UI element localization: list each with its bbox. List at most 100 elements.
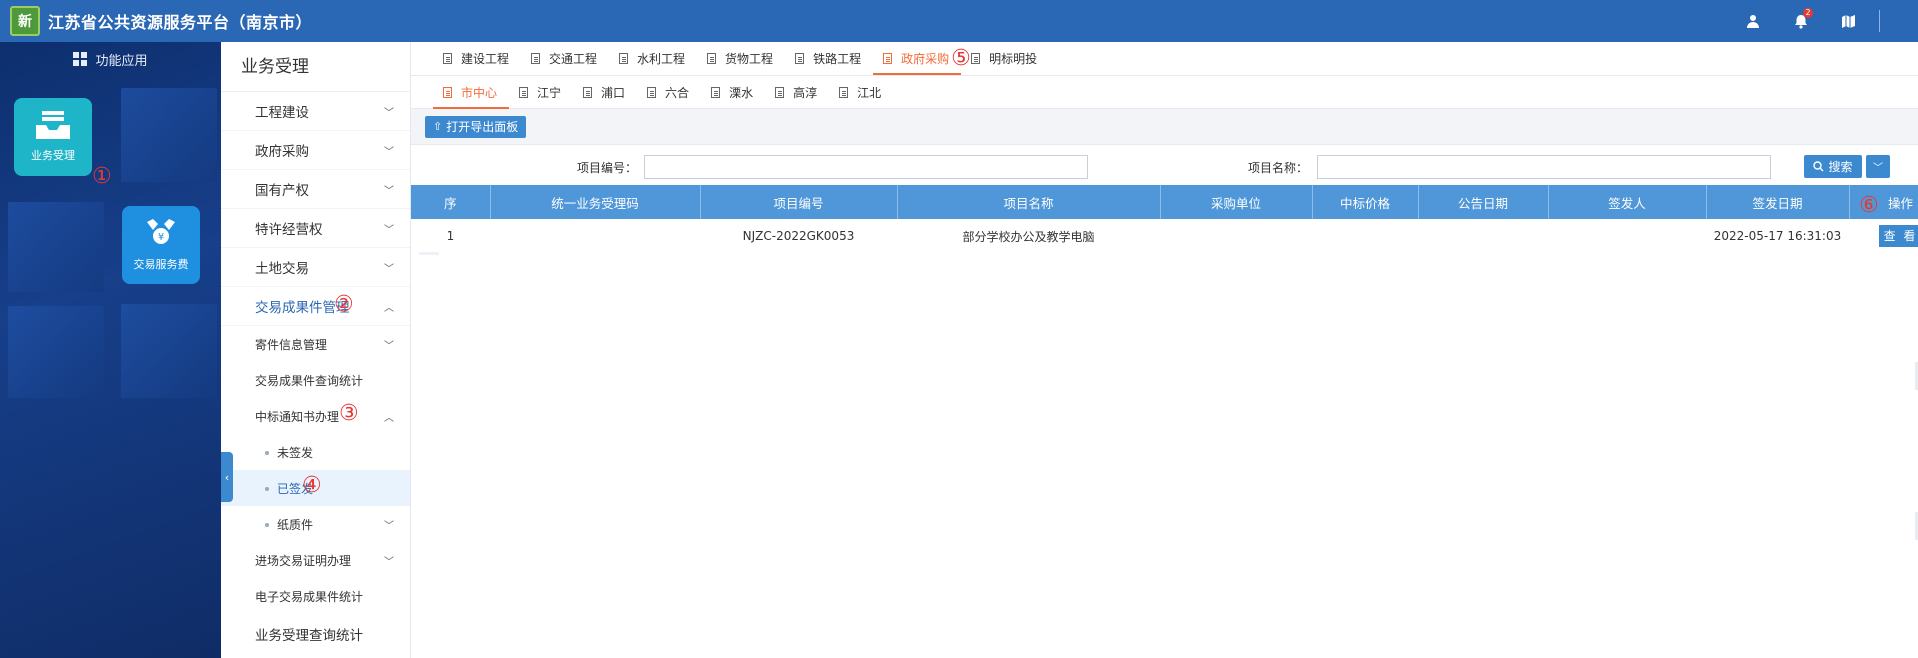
tab-primary[interactable]: 建设工程 — [433, 41, 521, 75]
tab-primary[interactable]: 交通工程 — [521, 41, 609, 75]
bell-icon[interactable]: 2 — [1777, 0, 1825, 42]
app-title: 江苏省公共资源服务平台（南京市） — [48, 13, 313, 32]
tab-district[interactable]: 江北 — [829, 76, 893, 109]
toolbar: ⇧ 打开导出面板 — [411, 109, 1918, 145]
document-icon — [711, 86, 721, 98]
sidebar-collapse-toggle[interactable]: ‹ — [221, 452, 233, 502]
main-content: 建设工程 交通工程 水利工程 货物工程 铁路工程 政府采购 ⑤ 明标明投 市中心 江宁 浦口 六合 溧… — [411, 42, 1918, 658]
document-icon — [531, 52, 541, 64]
sidebar-item-engineering[interactable]: 工程建设 ﹀ — [221, 92, 410, 131]
tab-district[interactable]: 市中心 — [433, 76, 510, 109]
map-icon[interactable] — [1825, 0, 1873, 42]
sidebar-item-land[interactable]: 土地交易 ﹀ — [221, 248, 410, 287]
sidebar-subitem-entry-proof[interactable]: 进场交易证明办理 ﹀ — [221, 542, 410, 578]
app-logo: 新 — [10, 6, 40, 36]
sidebar-leaf-unissued[interactable]: 未签发 — [221, 434, 410, 470]
chevron-down-icon: ﹀ — [384, 224, 394, 236]
row-divider — [419, 252, 439, 255]
sidebar-subitem-label: 中标通知书办理 — [255, 409, 340, 424]
document-icon — [619, 52, 629, 64]
sidebar-item-label: 特许经营权 — [255, 222, 323, 238]
column-header: 公告日期 — [1418, 185, 1549, 219]
tab-label: 铁路工程 — [813, 51, 862, 66]
sidebar-subitem-e-results-stats[interactable]: 电子交易成果件统计 — [221, 578, 410, 614]
column-header: 项目编号 — [700, 185, 898, 219]
tab-primary[interactable]: 明标明投 — [961, 41, 1049, 75]
tab-district[interactable]: 高淳 — [765, 76, 829, 109]
tab-label: 货物工程 — [725, 51, 774, 66]
fee-icon: ¥ — [147, 219, 175, 244]
sidebar-item-label: 土地交易 — [255, 261, 309, 277]
document-icon — [795, 52, 805, 64]
chevron-down-icon: ﹀ — [384, 107, 394, 119]
column-header: 签发人 — [1548, 185, 1707, 219]
tab-label: 江宁 — [537, 85, 562, 100]
app-tile-label: 业务受理 — [31, 149, 75, 162]
secondary-tabs: 市中心 江宁 浦口 六合 溧水 高淳 江北 — [411, 76, 1918, 109]
sidebar-item-franchise[interactable]: 特许经营权 ﹀ — [221, 209, 410, 248]
document-icon — [443, 52, 452, 64]
chevron-down-icon: ﹀ — [384, 185, 394, 197]
tab-primary[interactable]: 政府采购 ⑤ — [873, 41, 971, 75]
placeholder-tile — [121, 304, 217, 398]
cell-issue-date: 2022-05-17 16:31:03 — [1713, 229, 1842, 243]
chevron-up-icon: ︿ — [384, 302, 394, 314]
primary-tabs: 建设工程 交通工程 水利工程 货物工程 铁路工程 政府采购 ⑤ 明标明投 — [411, 42, 1918, 76]
project-code-label: 项目编号： — [577, 161, 638, 175]
header-actions: 2 — [1729, 0, 1880, 42]
tab-district[interactable]: 六合 — [637, 76, 701, 109]
tab-label: 交通工程 — [549, 51, 598, 66]
tab-district[interactable]: 溧水 — [701, 76, 765, 109]
document-icon — [519, 86, 529, 98]
sidebar-subitem-award-notice[interactable]: 中标通知书办理 ︿ ③ — [221, 398, 410, 434]
placeholder-tile — [8, 306, 104, 398]
view-button[interactable]: 查 看 — [1878, 225, 1918, 247]
chevron-down-icon: ﹀ — [384, 520, 394, 532]
sidebar-item-procurement[interactable]: 政府采购 ﹀ — [221, 131, 410, 170]
column-header: 统一业务受理码 — [490, 185, 701, 219]
sidebar-title: 业务受理 — [221, 42, 410, 92]
sidebar-leaf-issued[interactable]: 已签发 ④ — [221, 470, 410, 506]
user-icon[interactable] — [1729, 0, 1777, 42]
search-icon — [1813, 161, 1824, 172]
bullet-icon — [265, 523, 269, 527]
advanced-search-toggle[interactable]: ﹀ — [1866, 155, 1890, 178]
launcher-header: 功能应用 — [0, 42, 221, 76]
sidebar-item-label: 业务受理查询统计 — [255, 627, 363, 644]
sidebar-subitem-mailing[interactable]: 寄件信息管理 ﹀ — [221, 326, 410, 362]
sidebar-item-query-stats[interactable]: 业务受理查询统计 — [221, 614, 410, 653]
sidebar-item-state-property[interactable]: 国有产权 ﹀ — [221, 170, 410, 209]
table-header-row: 序统一业务受理码 项目编号 项目名称 采购单位 中标价格 公告日期 签发人 签发日期 操作 — [411, 185, 1918, 219]
placeholder-tile — [121, 88, 217, 182]
chevron-up-icon: ︿ — [384, 412, 394, 424]
tab-label: 水利工程 — [637, 51, 686, 66]
sidebar-subitem-results-query[interactable]: 交易成果件查询统计 — [221, 362, 410, 398]
project-code-input[interactable] — [644, 155, 1088, 179]
upload-icon: ⇧ — [433, 120, 443, 133]
export-panel-button[interactable]: ⇧ 打开导出面板 — [425, 115, 527, 138]
tab-primary[interactable]: 铁路工程 — [785, 41, 873, 75]
inbox-icon — [36, 111, 70, 139]
document-icon — [707, 52, 717, 64]
sidebar-item-results-management[interactable]: 交易成果件管理 ︿ ② — [221, 287, 410, 326]
document-icon — [775, 86, 785, 98]
column-header: 项目名称 — [897, 185, 1161, 219]
tab-district[interactable]: 江宁 — [509, 76, 573, 109]
sidebar-leaf-paper[interactable]: 纸质件 ﹀ — [221, 506, 410, 542]
chevron-down-icon: ﹀ — [384, 263, 394, 275]
step-marker-4: ④ — [302, 473, 322, 498]
app-tile-business[interactable]: 业务受理 — [14, 98, 92, 176]
chevron-down-icon: ﹀ — [384, 146, 394, 158]
tab-primary[interactable]: 货物工程 — [697, 41, 785, 75]
tab-label: 政府采购 — [901, 51, 950, 66]
bullet-icon — [265, 487, 269, 491]
cell-project-name: 部分学校办公及教学电脑 — [962, 229, 1095, 244]
sidebar-item-label: 工程建设 — [255, 105, 309, 121]
top-header: 新 江苏省公共资源服务平台（南京市） 2 — [0, 0, 1918, 42]
cell-notice-date — [1418, 219, 1548, 253]
app-tile-fee[interactable]: ¥ 交易服务费 — [122, 206, 200, 284]
project-name-input[interactable] — [1317, 155, 1771, 179]
tab-primary[interactable]: 水利工程 — [609, 41, 697, 75]
search-button[interactable]: 搜索 — [1804, 155, 1862, 178]
tab-district[interactable]: 浦口 — [573, 76, 637, 109]
